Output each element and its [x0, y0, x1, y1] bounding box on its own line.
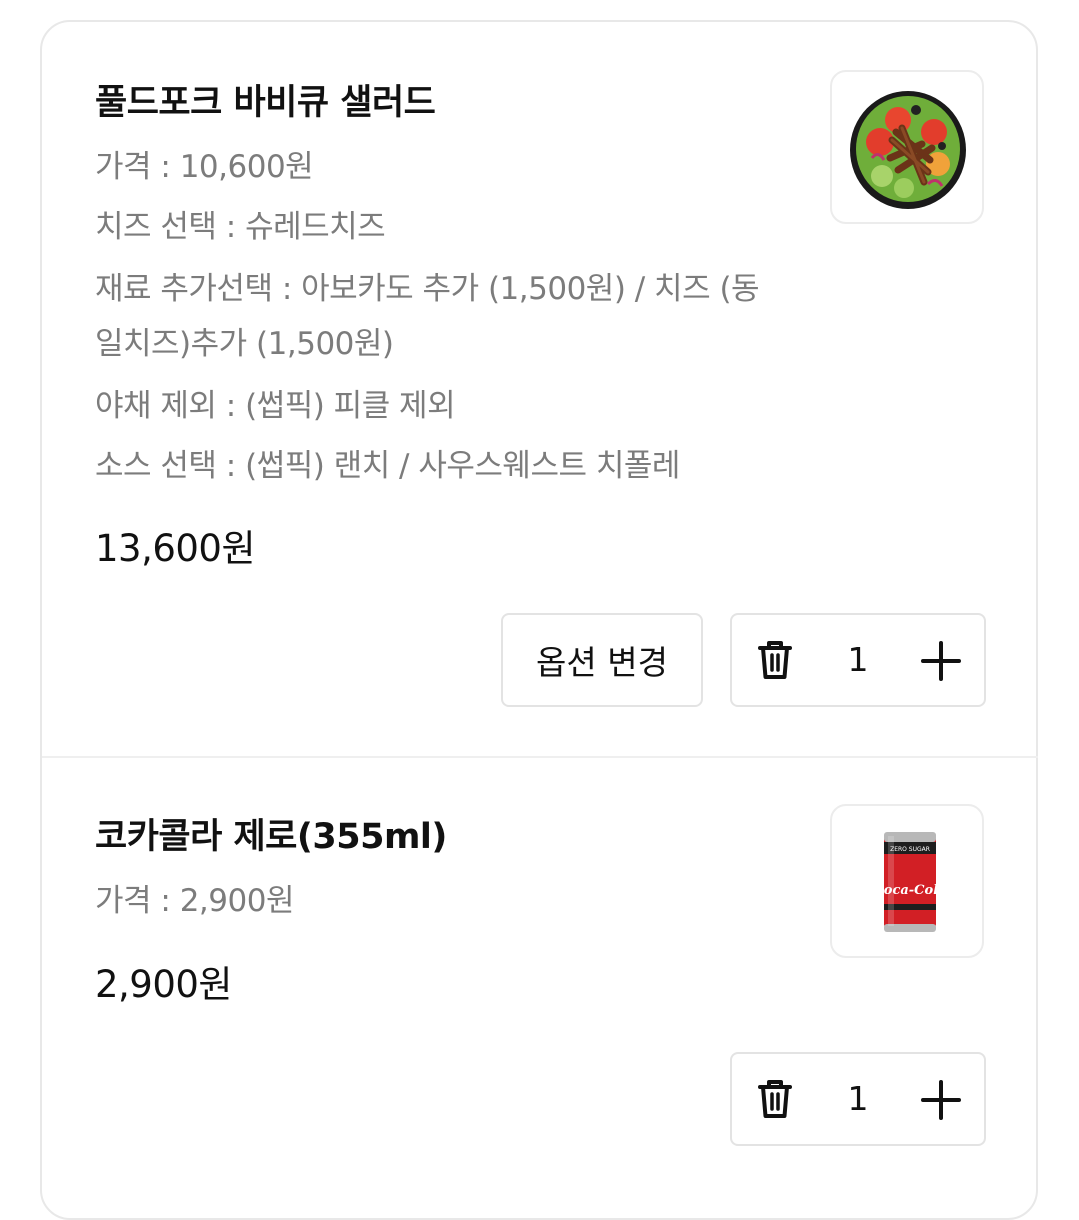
can-brand-text: Coca-Cola [873, 883, 946, 898]
quantity-stepper: 1 [730, 1052, 986, 1146]
salad-bowl-image [850, 91, 966, 209]
cart-item: 코카콜라 제로(355ml) 가격 : 2,900원 2,900원 ZERO S… [42, 758, 1038, 1218]
quantity-value: 1 [847, 1079, 869, 1118]
cart-card: 풀드포크 바비큐 샐러드 가격 : 10,600원 치즈 선택 : 슈레드치즈 … [40, 20, 1038, 1220]
item-option-extra: 재료 추가선택 : 아보카도 추가 (1,500원) / 치즈 (동일치즈)추가… [95, 271, 760, 362]
item-option-sauce: 소스 선택 : (썹픽) 랜치 / 사우스웨스트 치폴레 [95, 448, 680, 484]
plus-icon[interactable] [920, 640, 962, 682]
can-top-text: ZERO SUGAR [890, 846, 930, 853]
item-option-vegetable: 야채 제외 : (썹픽) 피클 제외 [95, 388, 456, 424]
item-option-cheese: 치즈 선택 : 슈레드치즈 [95, 209, 386, 245]
quantity-value: 1 [847, 640, 869, 679]
quantity-stepper: 1 [730, 613, 986, 707]
item-total-price: 2,900원 [95, 963, 232, 1006]
item-option-price: 가격 : 10,600원 [95, 149, 314, 185]
plus-icon[interactable] [920, 1079, 962, 1121]
item-option-price: 가격 : 2,900원 [95, 883, 294, 919]
item-name: 풀드포크 바비큐 샐러드 [95, 83, 436, 123]
coke-can-image: ZERO SUGAR Coca-Cola [873, 832, 947, 932]
item-total-price: 13,600원 [95, 527, 256, 570]
item-thumbnail [830, 70, 984, 224]
trash-icon[interactable] [752, 637, 798, 683]
cart-item: 풀드포크 바비큐 샐러드 가격 : 10,600원 치즈 선택 : 슈레드치즈 … [42, 22, 1038, 758]
item-name: 코카콜라 제로(355ml) [95, 817, 447, 857]
item-thumbnail: ZERO SUGAR Coca-Cola [830, 804, 984, 958]
trash-icon[interactable] [752, 1076, 798, 1122]
change-option-button[interactable]: 옵션 변경 [501, 613, 703, 707]
